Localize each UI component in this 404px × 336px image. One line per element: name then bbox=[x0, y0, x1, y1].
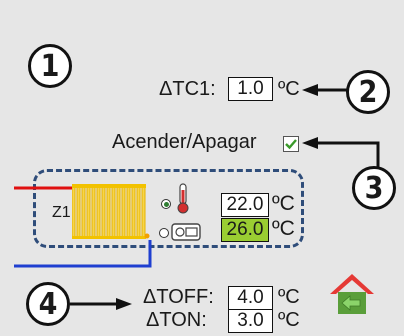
zone-temp-field: 22.0 bbox=[221, 193, 269, 217]
arrow-4 bbox=[70, 298, 132, 310]
zone-temp-value: 22.0 bbox=[226, 194, 264, 215]
toff-unit: ºC bbox=[278, 286, 300, 308]
heater-icon bbox=[72, 184, 150, 239]
ton-label: ΔTON: bbox=[146, 309, 207, 331]
cold-pipe bbox=[14, 240, 152, 268]
toff-value: 4.0 bbox=[237, 287, 264, 308]
thermometer-mode-radio[interactable] bbox=[161, 199, 171, 209]
ton-value: 3.0 bbox=[237, 310, 264, 331]
schedule-mode-radio[interactable] bbox=[159, 228, 169, 238]
ton-value-field[interactable]: 3.0 bbox=[228, 309, 273, 333]
zone-name: Z1 bbox=[52, 204, 71, 221]
zone-setpoint-unit: ºC bbox=[272, 217, 295, 240]
zone-setpoint-value: 26.0 bbox=[226, 219, 264, 240]
ton-unit: ºC bbox=[278, 309, 300, 331]
thermometer-icon bbox=[177, 183, 189, 214]
marker-4: 4 bbox=[26, 282, 70, 326]
zone-setpoint-field[interactable]: 26.0 bbox=[221, 218, 269, 242]
toff-value-field[interactable]: 4.0 bbox=[228, 286, 273, 310]
zone-temp-unit: ºC bbox=[272, 192, 295, 215]
toff-label: ΔTOFF: bbox=[143, 286, 214, 308]
marker-4-label: 4 bbox=[38, 286, 58, 322]
home-icon[interactable] bbox=[328, 272, 376, 316]
remote-sensor-icon bbox=[171, 223, 201, 241]
